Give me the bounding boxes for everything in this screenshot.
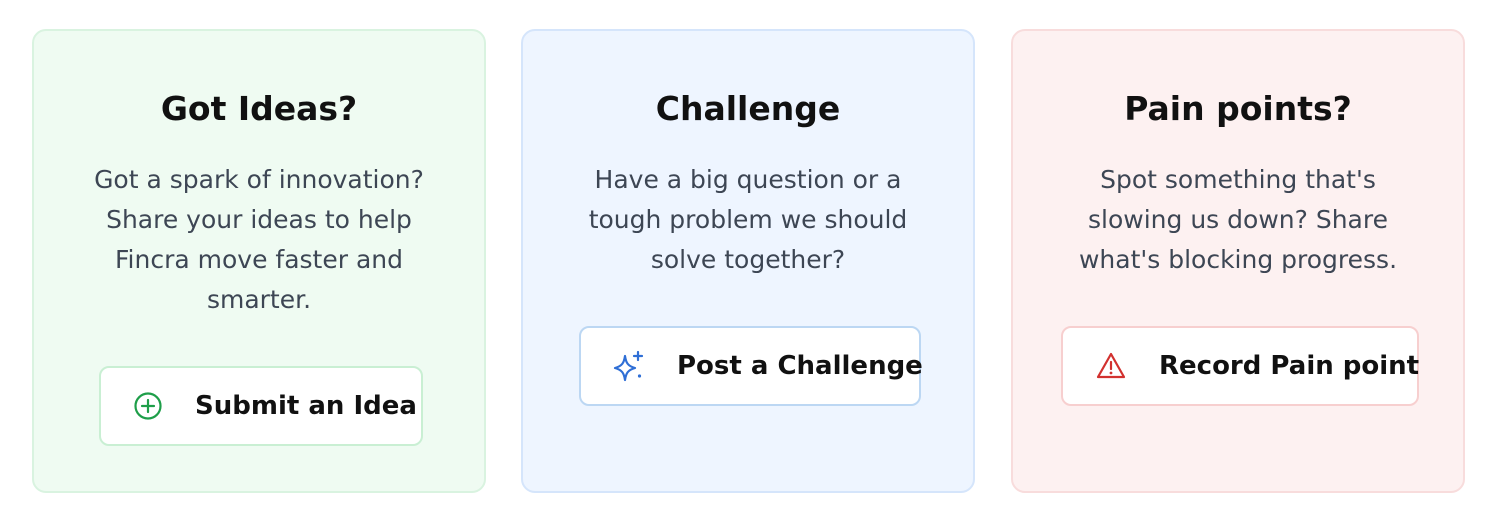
card-title: Pain points? [1124,89,1352,128]
card-pain-points: Pain points? Spot something that's slowi… [1011,29,1465,493]
card-got-ideas: Got Ideas? Got a spark of innovation? Sh… [32,29,486,493]
record-pain-point-label: Record Pain point [1159,351,1420,381]
post-challenge-button[interactable]: Post a Challenge [579,326,923,406]
card-description: Have a big question or a tough problem w… [588,165,908,274]
card-challenge: Challenge Have a big question or a tough… [521,29,975,493]
post-challenge-label: Post a Challenge [677,351,923,381]
warning-triangle-icon [1095,349,1127,383]
submit-idea-button[interactable]: Submit an Idea [99,366,423,446]
card-title: Got Ideas? [160,89,358,128]
plus-circle-icon [131,389,165,423]
card-title: Challenge [655,89,841,128]
submit-idea-label: Submit an Idea [195,391,417,421]
card-description: Spot something that's slowing us down? S… [1078,165,1398,274]
card-description: Got a spark of innovation? Share your id… [94,165,424,314]
sparkles-icon [612,349,646,383]
record-pain-point-button[interactable]: Record Pain point [1061,326,1419,406]
